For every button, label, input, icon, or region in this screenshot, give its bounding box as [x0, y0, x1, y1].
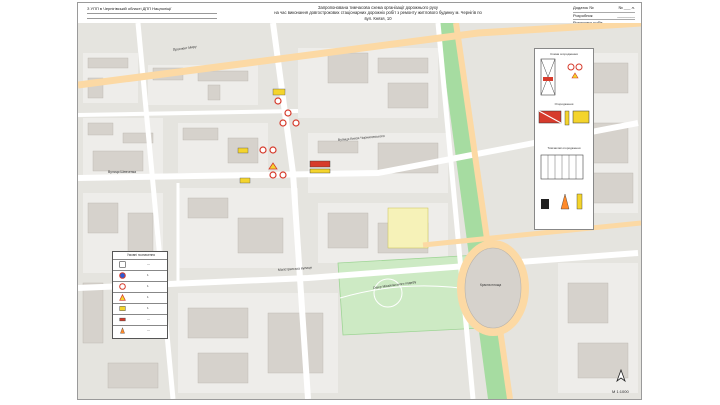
legend-row: 1 — [113, 281, 167, 291]
label-shevchenka: Вулиця Шевченка — [108, 170, 136, 174]
barrier-yellow-icon — [119, 306, 126, 311]
speed-limit-sign-icon — [292, 119, 300, 127]
construction-area — [387, 207, 429, 249]
speed-limit-sign-icon — [284, 109, 292, 117]
scheme-title: Запропонована тимчасова схема організаці… — [228, 5, 528, 21]
no-stopping-sign-icon — [274, 97, 282, 105]
legend-table: Умовні позначення — 1 1 1 1 — — — [112, 251, 168, 339]
detail-caption-mid: Огородження — [555, 102, 574, 106]
title-line-3: вул. Князя, 10 — [364, 15, 392, 21]
approval-value: № ___ л. — [618, 5, 635, 10]
legend-row: — — [113, 325, 167, 335]
barrier-detail-drawings: Схема огородження Огородження Тимчасові … — [538, 52, 590, 210]
approval-label: Додаток № — [573, 5, 594, 10]
legend-value: — — [147, 262, 150, 266]
barrier-yellow-icon — [272, 88, 286, 96]
scale-label: М 1:1000 — [612, 389, 629, 394]
signature-line — [87, 18, 217, 19]
no-stopping-sign-icon — [259, 146, 267, 154]
approval-row: Розробник ________ — [573, 12, 635, 20]
cone-icon — [560, 193, 570, 210]
drawing-sheet: З УПП в Чернігівській області ДПП Нацпол… — [77, 2, 642, 400]
barrier-detail-panel: Схема огородження Огородження Тимчасові … — [534, 48, 594, 230]
road-works-sign-icon — [119, 294, 126, 301]
signature-line — [87, 13, 217, 14]
road-works-sign-icon — [571, 72, 579, 79]
approval-row: Додаток № № ___ л. — [573, 5, 635, 13]
no-stopping-sign-icon — [279, 119, 287, 127]
legend-value: 1 — [147, 295, 149, 299]
barrier-yellow-icon — [239, 177, 251, 184]
speed-limit-sign-icon — [119, 283, 126, 290]
no-stopping-sign-icon — [119, 272, 126, 279]
barrier-yellow-icon — [309, 168, 331, 174]
legend-row: — — [113, 259, 167, 269]
barrier-yellow-icon — [572, 110, 590, 124]
approval-value: ________ — [617, 12, 635, 18]
legend-row: 1 — [113, 270, 167, 280]
legend-value: — — [147, 317, 150, 321]
north-arrow-icon — [616, 369, 626, 383]
detail-caption-low: Тимчасові огородження — [548, 146, 581, 150]
speed-limit-sign-icon — [269, 146, 277, 154]
fence-icon — [119, 317, 126, 322]
no-stopping-sign-icon — [567, 63, 575, 71]
legend-value: 1 — [147, 273, 149, 277]
cone-icon — [120, 327, 125, 334]
legend-value: — — [147, 328, 150, 332]
legend-row: — — [113, 314, 167, 324]
zone-sign-icon — [119, 261, 126, 268]
barrier-yellow-icon — [237, 147, 249, 154]
krasna-ploshcha-center — [464, 247, 522, 329]
cone-icon — [564, 110, 570, 126]
legend-value: 1 — [147, 306, 149, 310]
barrier-post-icon — [576, 193, 583, 210]
speed-limit-sign-icon — [279, 171, 287, 179]
legend-row: 1 — [113, 292, 167, 302]
approval-label: Розробник — [573, 12, 593, 18]
label-krasna-ploshcha: Красна площа — [480, 283, 501, 287]
no-stopping-sign-icon — [269, 171, 277, 179]
legend-title: Умовні позначення — [127, 253, 155, 257]
detail-caption-top: Схема огородження — [550, 52, 578, 56]
organization-label: З УПП в Чернігівській області ДПП Нацпол… — [87, 6, 172, 11]
legend-value: 1 — [147, 284, 149, 288]
sign-stand-icon — [541, 199, 549, 209]
road-closure-barrier-icon — [309, 160, 331, 168]
speed-limit-sign-icon — [575, 63, 583, 71]
legend-row: 1 — [113, 303, 167, 313]
